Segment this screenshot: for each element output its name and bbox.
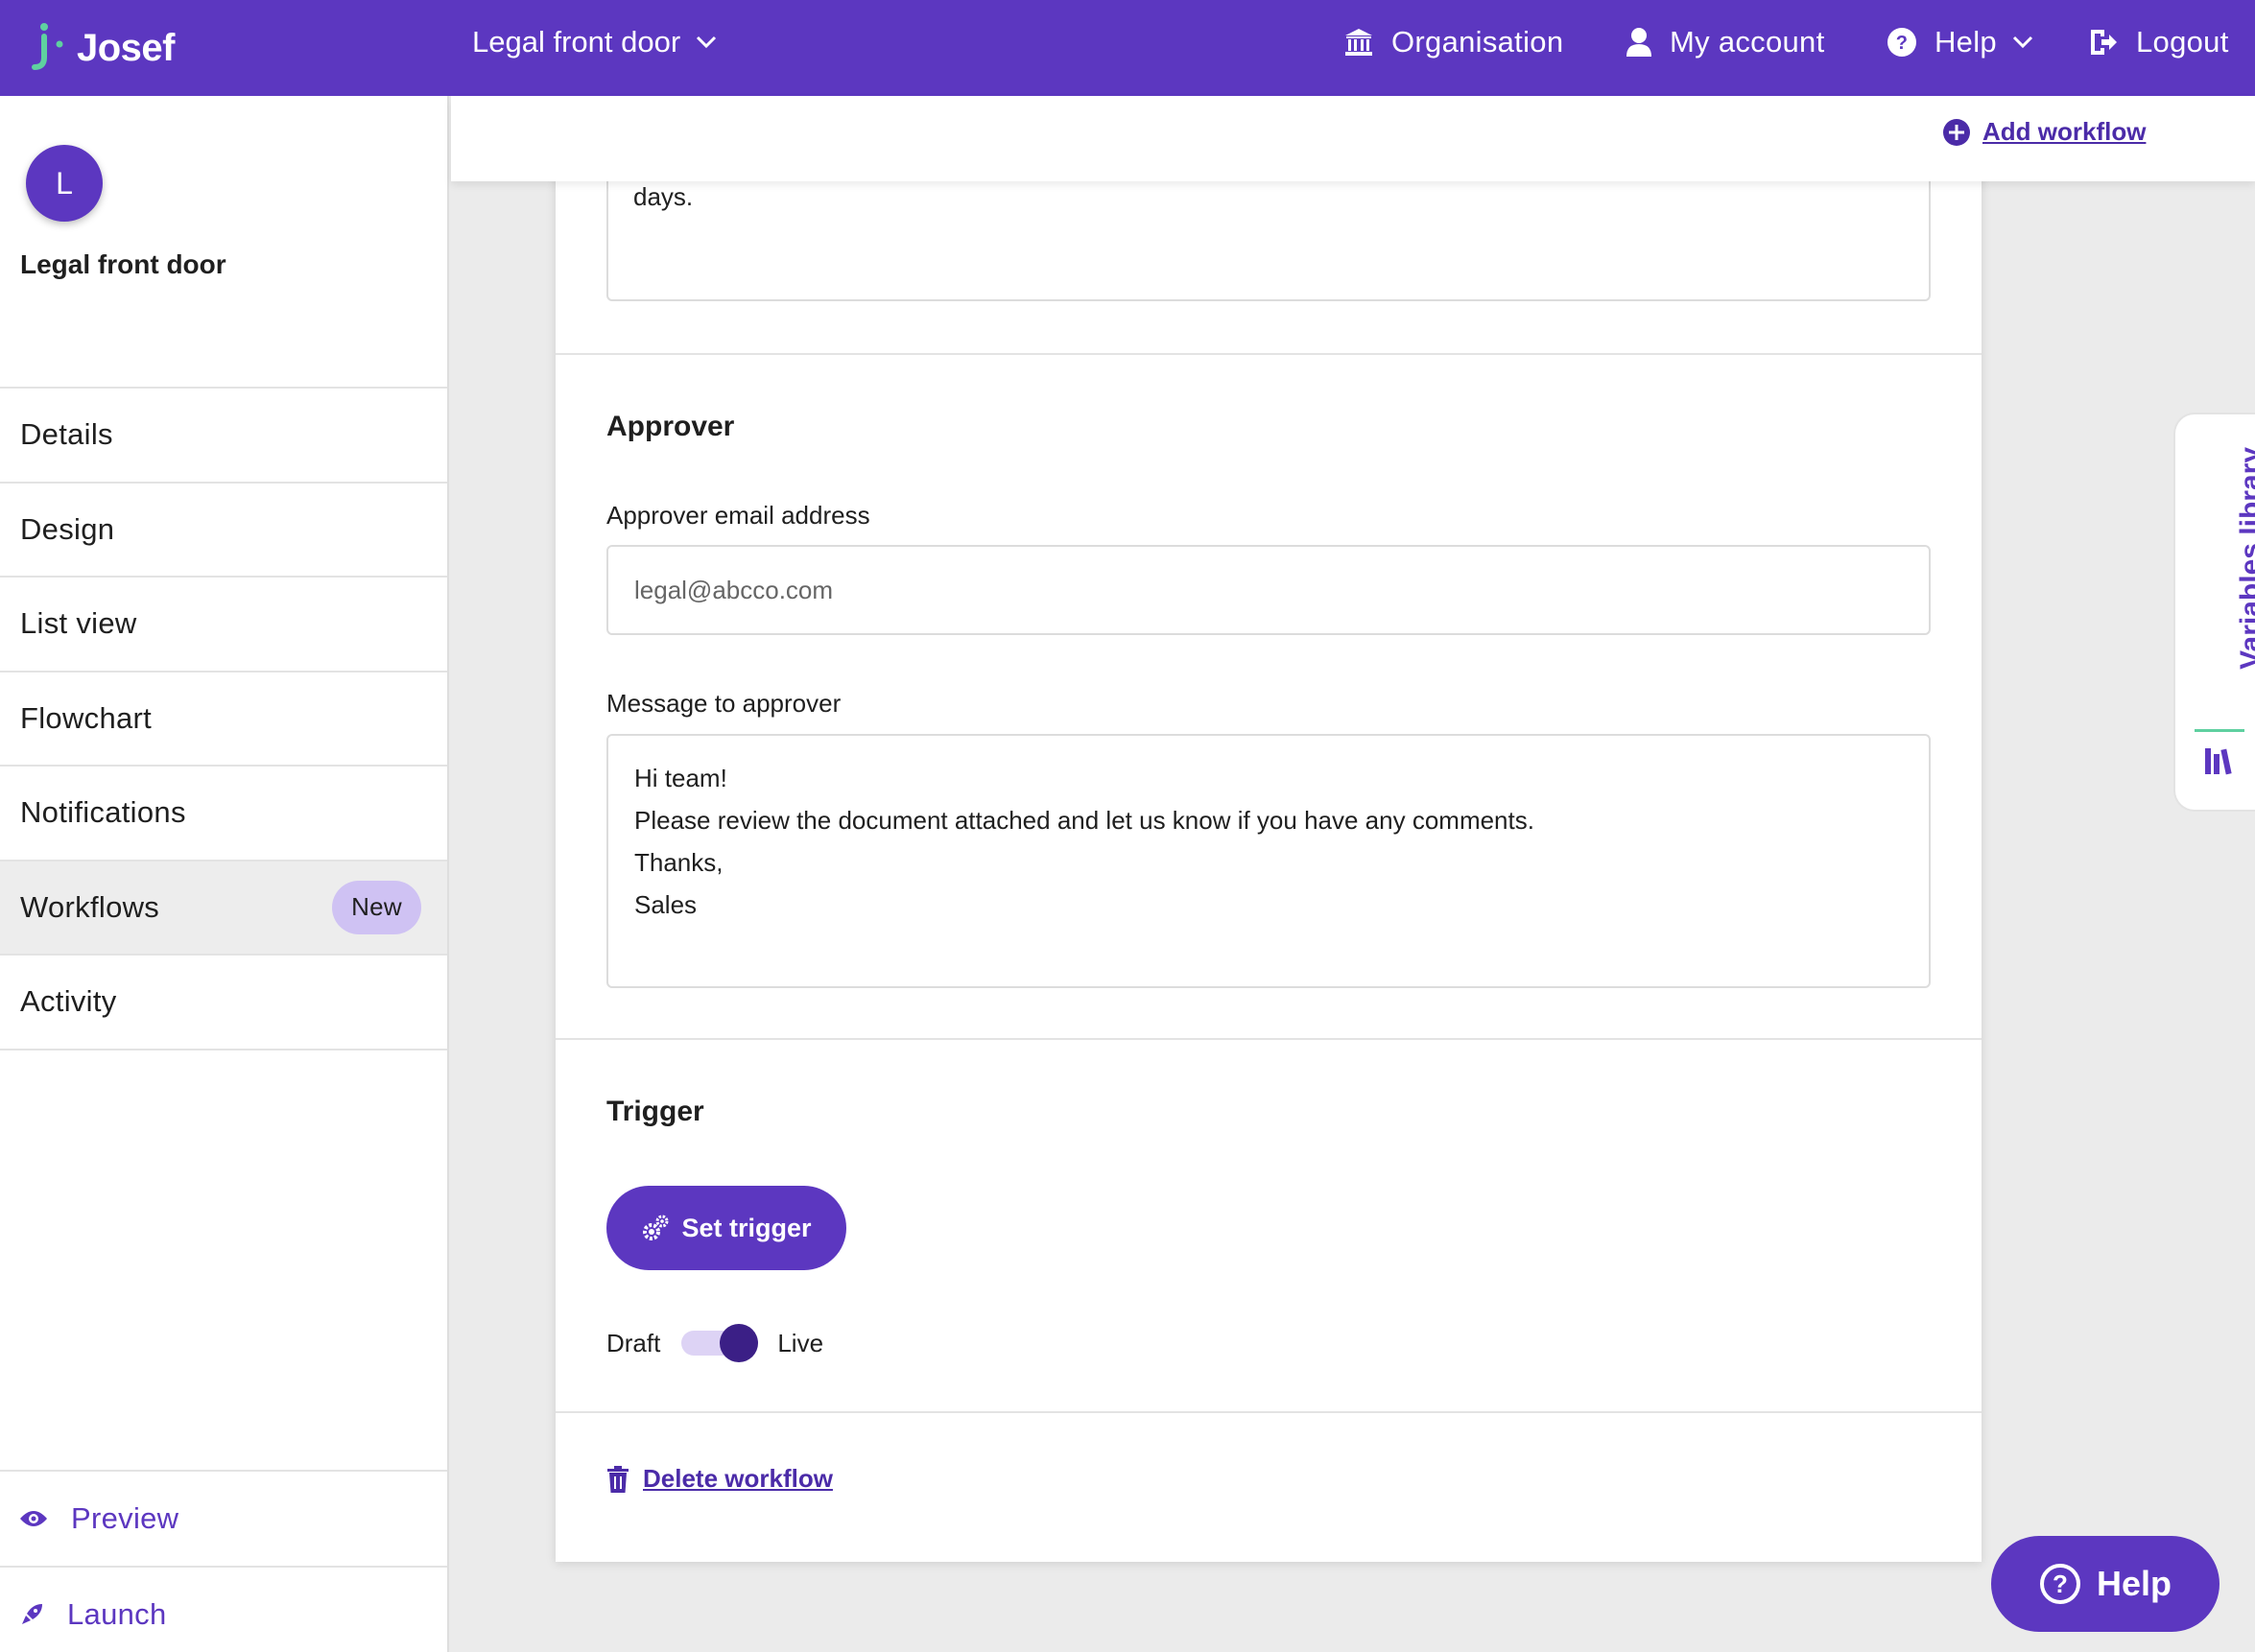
message-line: Thanks, <box>634 848 724 877</box>
project-dropdown-label: Legal front door <box>472 25 681 59</box>
top-nav-bar: Josef Legal front door Organisation My a… <box>0 0 2255 96</box>
sidebar-item-label: Activity <box>20 984 117 1019</box>
nav-organisation-label: Organisation <box>1391 25 1564 59</box>
draft-label: Draft <box>606 1328 661 1357</box>
set-trigger-label: Set trigger <box>681 1213 812 1242</box>
approver-email-field-wrapper <box>606 545 1931 635</box>
section-divider <box>556 1038 1982 1040</box>
sidebar-menu: Details Design List view Flowchart Notif… <box>0 387 447 1050</box>
project-dropdown[interactable]: Legal front door <box>472 25 717 59</box>
sidebar-item-label: List view <box>20 606 137 641</box>
bank-icon <box>1345 29 1372 56</box>
section-divider <box>556 353 1982 355</box>
sidebar-item-label: Details <box>20 417 113 452</box>
brand-name: Josef <box>77 26 176 69</box>
sidebar-item-label: Design <box>20 511 115 546</box>
workflow-card: days. Approver Approver email address Me… <box>556 144 1982 1562</box>
workflow-action-bar: Add workflow <box>451 96 2255 181</box>
toggle-knob <box>720 1324 759 1362</box>
delete-workflow-link[interactable]: Delete workflow <box>606 1464 833 1494</box>
nav-help-label: Help <box>1935 25 1997 59</box>
draft-live-toggle[interactable] <box>681 1324 759 1362</box>
new-badge: New <box>332 880 421 934</box>
add-workflow-label: Add workflow <box>1982 117 2147 146</box>
section-divider <box>556 1411 1982 1413</box>
josef-logo-icon <box>32 23 63 70</box>
approver-email-input[interactable] <box>608 547 1929 633</box>
nav-help[interactable]: ? Help <box>1887 25 2033 59</box>
sidebar-item-label: Workflows <box>20 889 160 924</box>
sidebar-item-label: Flowchart <box>20 700 153 735</box>
trash-icon <box>607 1465 629 1493</box>
sidebar-item-details[interactable]: Details <box>0 389 447 484</box>
plus-circle-icon <box>1943 118 1970 146</box>
user-icon <box>1626 28 1651 57</box>
message-line: Hi team! <box>634 764 727 792</box>
sidebar-item-activity[interactable]: Activity <box>0 956 447 1050</box>
svg-text:?: ? <box>1896 33 1909 54</box>
live-label: Live <box>777 1328 824 1357</box>
nav-my-account[interactable]: My account <box>1626 25 1825 59</box>
add-workflow-link[interactable]: Add workflow <box>1942 117 2146 147</box>
chevron-down-icon <box>697 35 717 49</box>
preview-label: Preview <box>71 1500 179 1535</box>
message-to-approver-textarea[interactable]: Hi team! Please review the document atta… <box>606 734 1931 988</box>
floating-help-button[interactable]: ? Help <box>1991 1536 2219 1632</box>
josef-logo[interactable]: Josef <box>27 17 176 79</box>
chevron-down-icon <box>2012 35 2033 49</box>
launch-label: Launch <box>67 1596 167 1631</box>
rocket-icon <box>22 1603 42 1624</box>
previous-message-text: days. <box>633 182 694 211</box>
approver-section-title: Approver <box>606 411 735 442</box>
message-to-approver-label: Message to approver <box>606 689 842 718</box>
sidebar-item-design[interactable]: Design <box>0 484 447 578</box>
svg-text:?: ? <box>2053 1569 2068 1598</box>
set-trigger-button[interactable]: Set trigger <box>606 1186 846 1270</box>
delete-workflow-label: Delete workflow <box>643 1464 833 1493</box>
variables-library-tab[interactable]: Variables library <box>2173 413 2255 812</box>
sidebar-item-list-view[interactable]: List view <box>0 578 447 673</box>
launch-link[interactable]: Launch <box>0 1566 447 1652</box>
sidebar-item-notifications[interactable]: Notifications <box>0 767 447 861</box>
sidebar-item-label: Notifications <box>20 795 186 830</box>
nav-logout-label: Logout <box>2136 25 2229 59</box>
project-avatar: L <box>26 145 103 222</box>
variables-library-label: Variables library <box>2235 447 2255 670</box>
question-circle-icon: ? <box>2039 1564 2080 1604</box>
question-circle-icon: ? <box>1887 28 1916 57</box>
nav-my-account-label: My account <box>1670 25 1825 59</box>
approver-email-label: Approver email address <box>606 501 870 530</box>
sidebar-item-workflows[interactable]: Workflows New <box>0 861 447 956</box>
sidebar: L Legal front door Details Design List v… <box>0 96 449 1652</box>
library-icon <box>2205 748 2232 775</box>
message-line: Please review the document attached and … <box>634 806 1534 835</box>
variables-tab-separator <box>2195 729 2244 732</box>
sidebar-item-flowchart[interactable]: Flowchart <box>0 673 447 767</box>
logout-icon <box>2091 30 2117 55</box>
sidebar-project-name: Legal front door <box>20 249 226 279</box>
message-line: Sales <box>634 890 698 919</box>
floating-help-label: Help <box>2096 1564 2172 1603</box>
eye-icon <box>20 1510 47 1526</box>
preview-link[interactable]: Preview <box>0 1470 447 1565</box>
nav-logout[interactable]: Logout <box>2088 25 2229 59</box>
trigger-section-title: Trigger <box>606 1096 704 1127</box>
nav-organisation[interactable]: Organisation <box>1343 25 1563 59</box>
draft-live-toggle-row: Draft Live <box>606 1322 823 1364</box>
cogs-icon <box>643 1215 669 1240</box>
